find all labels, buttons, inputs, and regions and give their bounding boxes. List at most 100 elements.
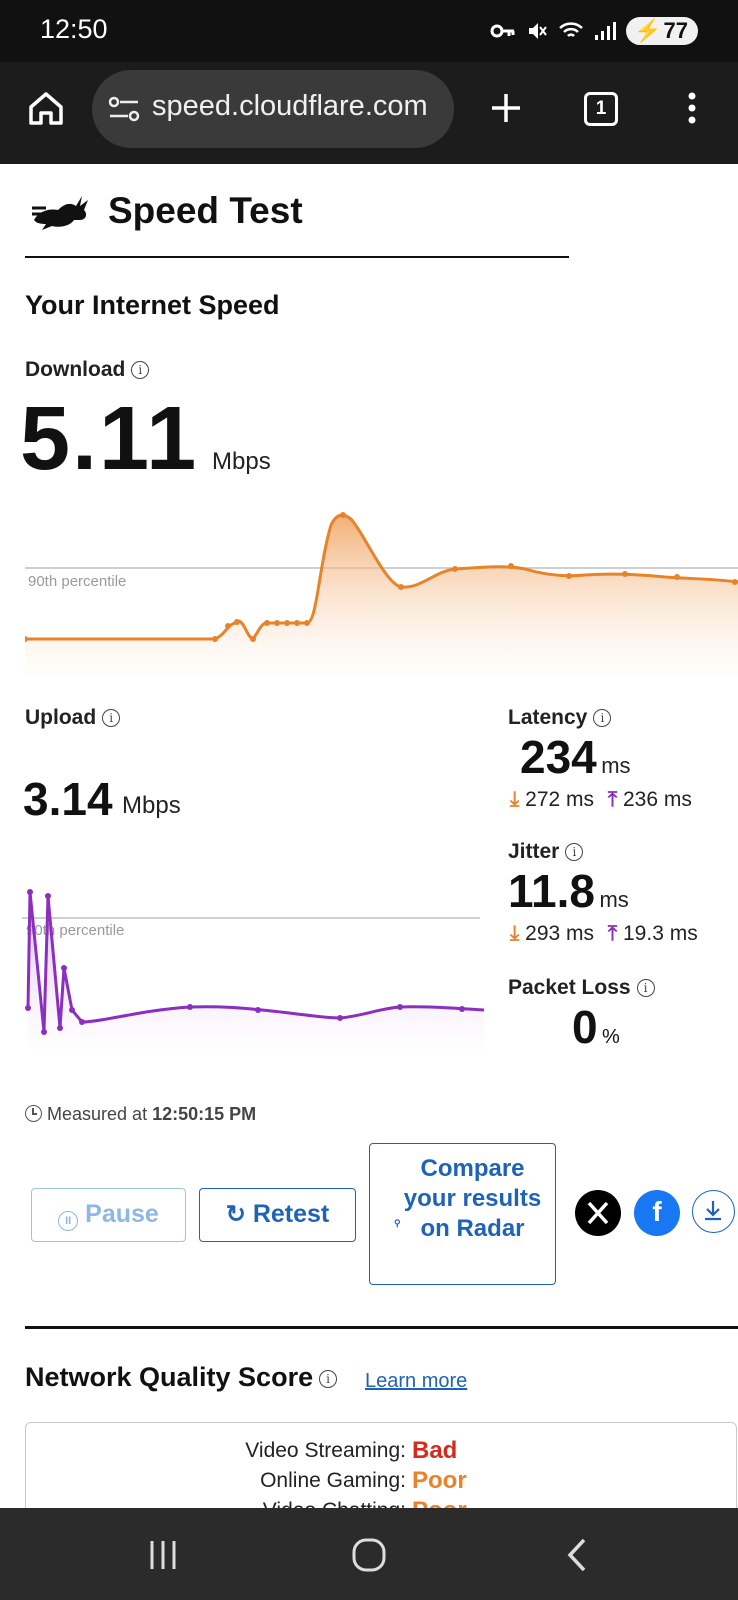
nqs-row-label: Online Gaming: [260,1469,406,1492]
latency-label: Latency [508,706,588,729]
recent-apps-icon[interactable] [146,1538,180,1572]
site-settings-icon[interactable] [108,94,140,124]
info-icon[interactable]: i [565,843,584,862]
home-icon[interactable] [24,86,68,130]
info-icon[interactable]: i [102,709,121,728]
url-text: speed.cloudflare.com [152,90,428,122]
packet-loss-label-row: Packet Loss i [508,976,655,1000]
download-point [622,571,628,577]
status-bar: 12:50 ⚡ 77 [0,0,738,62]
download-results-icon[interactable] [692,1190,735,1233]
more-vert-icon[interactable] [680,86,704,130]
download-speed-unit: Mbps [212,448,271,475]
jitter-breakdown: ⤓ 293 ms ⤒ 19.3 ms [510,922,698,946]
wifi-icon [559,22,583,37]
info-icon[interactable]: i [319,1369,338,1388]
upload-point [45,893,51,899]
section-title: Your Internet Speed [25,290,280,320]
network-quality-title-text: Network Quality Score [25,1362,314,1392]
upload-point [459,1006,465,1012]
learn-more-link[interactable]: Learn more [365,1370,467,1393]
upload-point [187,1004,193,1010]
upload-point [41,1029,47,1035]
vpn-key-icon [490,24,515,38]
upload-point [57,1025,63,1031]
download-percentile-label: 90th percentile [28,573,126,590]
upload-point [337,1015,343,1021]
address-bar[interactable]: speed.cloudflare.com [92,70,454,148]
radar-label: Compare your results on Radar [403,1155,542,1242]
new-tab-plus-icon[interactable] [484,86,528,130]
measured-at: Measured at 12:50:15 PM [25,1104,256,1125]
battery-level: 77 [663,18,688,43]
network-quality-title: Network Quality Score i [25,1362,338,1393]
latency-down-value: 272 ms [525,788,595,811]
latency-value-row: 234 ms [520,730,631,784]
info-icon[interactable]: i [131,361,150,380]
measured-prefix: Measured at [47,1104,148,1124]
retest-button[interactable]: ↻ Retest [199,1188,356,1242]
x-share-icon[interactable] [575,1190,621,1236]
retest-label: Retest [252,1200,330,1228]
download-point [340,512,346,518]
download-point [274,620,280,626]
download-chart: 90th percentile [25,512,738,675]
upload-arrow-icon: ⤒ [607,788,618,811]
section-divider [25,1326,738,1329]
status-time: 12:50 [40,14,108,44]
mute-icon [529,23,547,39]
home-nav-icon[interactable] [350,1536,388,1574]
pause-label: Pause [85,1200,159,1228]
packet-loss-value-row: 0 % [572,1000,620,1054]
download-area [25,515,738,675]
nqs-row-value: Bad [412,1437,458,1464]
compare-radar-button[interactable]: ⚲ Compare your results on Radar [369,1143,556,1285]
pause-icon: II [58,1211,79,1231]
upload-speed-value: 3.14 [23,773,113,825]
jitter-label: Jitter [508,840,560,863]
app-title: Speed Test [108,190,303,231]
jitter-value-row: 11.8 ms [508,864,629,918]
download-arrow-icon: ⤓ [510,788,520,811]
status-icons: ⚡ 77 [490,16,698,46]
upload-chart: 90th percentile [22,889,485,1050]
nqs-row-value: Poor [412,1467,467,1494]
download-point [674,574,680,580]
pause-button[interactable]: II Pause [31,1188,186,1242]
download-point [234,619,240,625]
latency-up-value: 236 ms [623,788,692,811]
upload-arrow-icon: ⤒ [607,922,618,945]
upload-point [61,965,67,971]
upload-label: Upload [25,706,97,729]
upload-point [27,889,33,895]
download-point [304,620,310,626]
header-divider [25,256,569,258]
battery-indicator: ⚡ 77 [626,17,698,45]
info-icon[interactable]: i [593,709,612,728]
upload-area [28,892,484,1050]
latency-label-row: Latency i [508,706,612,730]
rabbit-logo-icon [32,196,88,230]
jitter-up-value: 19.3 ms [623,922,698,945]
download-point [452,566,458,572]
download-point [508,563,514,569]
facebook-share-icon[interactable]: f [634,1190,680,1236]
back-icon[interactable] [562,1536,592,1574]
download-label-row: Download i [25,358,150,382]
upload-point [79,1019,85,1025]
latency-breakdown: ⤓ 272 ms ⤒ 236 ms [510,788,692,812]
download-point [250,636,256,642]
tab-switcher-button[interactable]: 1 [580,88,620,128]
upload-percentile-label: 90th percentile [26,922,124,939]
latency-value: 234 [520,731,597,783]
download-point [294,620,300,626]
jitter-value: 11.8 [508,865,595,917]
signal-icon [595,22,617,40]
upload-speed-unit: Mbps [122,792,181,819]
system-nav-bar [0,1508,738,1600]
info-icon[interactable]: i [636,979,655,998]
upload-label-row: Upload i [25,706,121,730]
nqs-row-label: Video Streaming: [245,1439,406,1462]
retest-icon: ↻ [225,1201,246,1228]
upload-point [255,1007,261,1013]
